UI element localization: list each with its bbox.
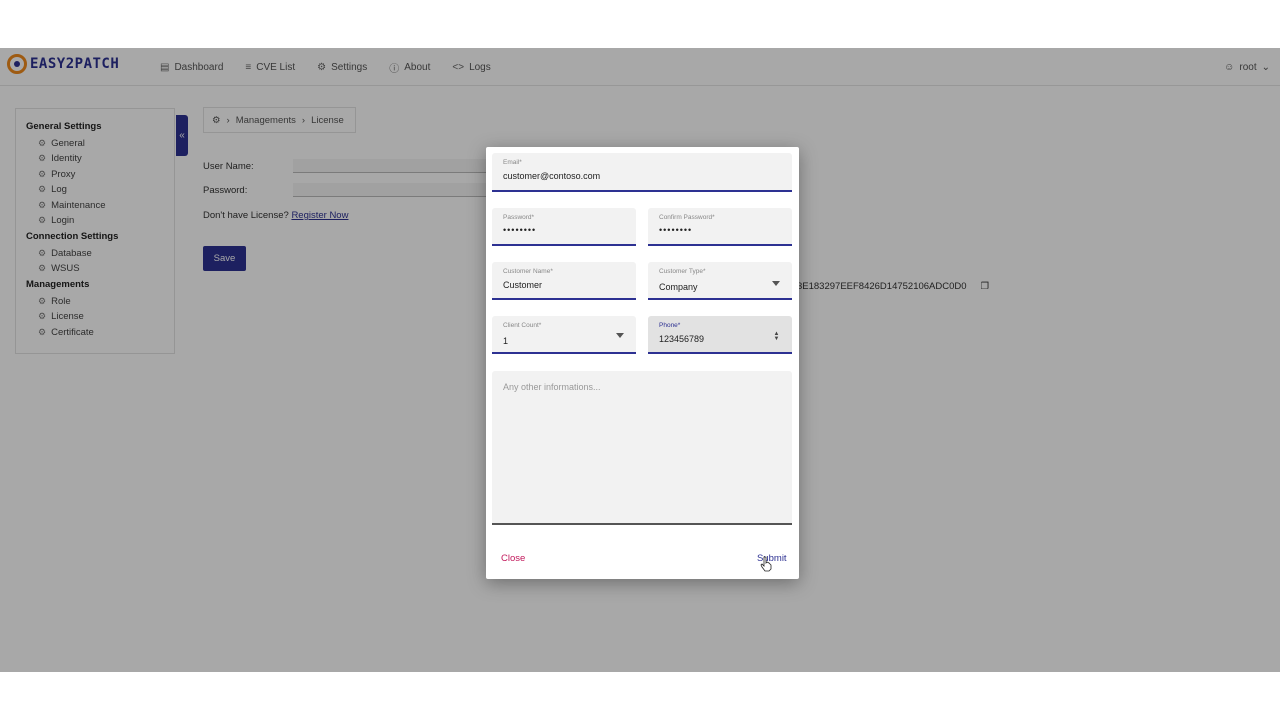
email-value: customer@contoso.com [503, 171, 601, 181]
customer-name-label: Customer Name* [503, 268, 553, 275]
confirm-password-field[interactable]: Confirm Password* •••••••• [648, 208, 792, 246]
confirm-password-label: Confirm Password* [659, 214, 715, 221]
client-count-select[interactable]: Client Count* 1 [492, 316, 636, 354]
register-license-dialog: Email* customer@contoso.com Password* ••… [486, 147, 799, 579]
customer-name-field[interactable]: Customer Name* Customer [492, 262, 636, 300]
customer-name-value: Customer [503, 280, 543, 290]
other-info-placeholder: Any other informations... [503, 382, 601, 392]
customer-type-value: Company [659, 282, 698, 292]
password-label: Password* [503, 214, 535, 221]
password-field[interactable]: Password* •••••••• [492, 208, 636, 246]
other-info-textarea[interactable]: Any other informations... [492, 371, 792, 525]
app-frame: EASY2PATCH ▤ Dashboard ≡ CVE List ⚙ Sett… [0, 48, 1280, 672]
phone-field[interactable]: Phone* 123456789 ▲ ▼ [648, 316, 792, 354]
email-label: Email* [503, 159, 522, 166]
dropdown-arrow-icon [772, 281, 780, 286]
password-value: •••••••• [503, 225, 537, 235]
close-button[interactable]: Close [501, 553, 525, 564]
client-count-label: Client Count* [503, 322, 542, 329]
confirm-password-value: •••••••• [659, 225, 693, 235]
hand-pointer-icon [760, 556, 772, 572]
customer-type-select[interactable]: Customer Type* Company [648, 262, 792, 300]
customer-type-label: Customer Type* [659, 268, 706, 275]
dropdown-arrow-icon [616, 333, 624, 338]
number-stepper-icon[interactable]: ▲ ▼ [773, 331, 780, 342]
phone-value: 123456789 [659, 334, 705, 344]
client-count-value: 1 [503, 336, 509, 346]
phone-label: Phone* [659, 322, 681, 329]
email-field[interactable]: Email* customer@contoso.com [492, 153, 792, 192]
